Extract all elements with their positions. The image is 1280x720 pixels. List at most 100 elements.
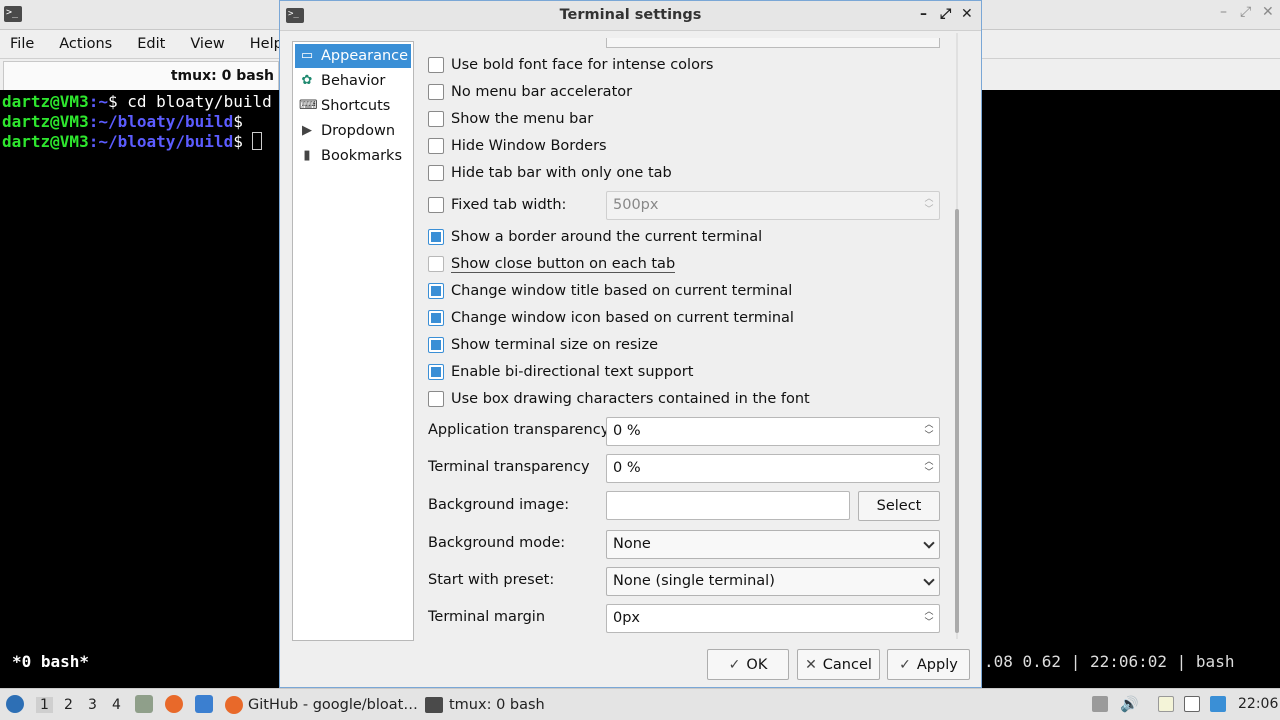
checkbox-box[interactable] — [428, 229, 444, 245]
change-title-checkbox[interactable]: Change window title based on current ter… — [428, 280, 792, 302]
bold-font-checkbox[interactable]: Use bold font face for intense colors — [428, 54, 713, 76]
spin-arrows-icon[interactable]: ︿ ﹀ — [923, 420, 935, 443]
no-menu-accelerator-checkbox[interactable]: No menu bar accelerator — [428, 81, 632, 103]
bg-image-input[interactable] — [606, 491, 850, 520]
dropdown-icon: ▶ — [302, 123, 312, 138]
change-icon-checkbox[interactable]: Change window icon based on current term… — [428, 307, 794, 329]
menu-edit[interactable]: Edit — [137, 36, 165, 52]
maximize-icon[interactable]: ⤢ — [1240, 4, 1251, 20]
chevron-down-icon — [923, 574, 935, 586]
close-icon[interactable]: ✕ — [1262, 4, 1274, 20]
keyboard-icon: ⌨ — [299, 98, 318, 113]
select-image-button[interactable]: Select — [858, 491, 940, 521]
firefox-icon[interactable] — [165, 695, 183, 713]
volume-icon[interactable]: 🔊 — [1120, 696, 1139, 712]
sidebar-item-dropdown[interactable]: ▶ Dropdown — [295, 119, 411, 143]
scrollbar-thumb[interactable] — [955, 209, 959, 633]
appearance-icon: ▭ — [300, 48, 314, 63]
spin-arrows-icon[interactable]: ︿ ﹀ — [923, 607, 935, 630]
bg-image-label: Background image: — [428, 497, 570, 513]
workspace-3[interactable]: 3 — [88, 697, 97, 713]
tmux-status-left: *0 bash* — [12, 652, 90, 671]
bidi-checkbox[interactable]: Enable bi-directional text support — [428, 361, 693, 383]
minimize-icon[interactable]: – — [920, 6, 927, 22]
update-icon[interactable] — [1210, 696, 1226, 712]
spin-arrows-icon[interactable]: ︿ ﹀ — [923, 194, 935, 217]
close-icon: ✕ — [805, 656, 817, 673]
sidebar-item-appearance[interactable]: ▭ Appearance — [295, 44, 411, 68]
screen-icon[interactable] — [1184, 696, 1200, 712]
terminal-line: dartz@VM3:~/bloaty/build$ — [2, 132, 263, 151]
terminal-settings-dialog: >_ Terminal settings – ⤢ ✕ ▭ Appearance ✿… — [279, 0, 982, 688]
behavior-icon: ✿ — [301, 73, 313, 88]
checkbox-box[interactable] — [428, 197, 444, 213]
hide-tab-bar-checkbox[interactable]: Hide tab bar with only one tab — [428, 162, 672, 184]
bg-mode-select[interactable]: None — [606, 530, 940, 559]
sidebar-item-behavior[interactable]: ✿ Behavior — [295, 69, 411, 93]
check-icon: ✓ — [899, 656, 911, 673]
checkbox-box[interactable] — [428, 391, 444, 407]
bg-terminal-tab[interactable]: tmux: 0 bash — [3, 61, 279, 91]
show-border-checkbox[interactable]: Show a border around the current termina… — [428, 226, 762, 248]
app-transparency-label: Application transparency — [428, 422, 610, 438]
cancel-button[interactable]: ✕ Cancel — [797, 649, 880, 680]
checkbox-box[interactable] — [428, 165, 444, 181]
workspace-2[interactable]: 2 — [64, 697, 73, 713]
start-menu-icon[interactable] — [6, 695, 24, 713]
desktop-icon[interactable] — [195, 695, 213, 713]
preset-label: Start with preset: — [428, 572, 555, 588]
sidebar-item-shortcuts[interactable]: ⌨ Shortcuts — [295, 94, 411, 118]
show-menu-bar-checkbox[interactable]: Show the menu bar — [428, 108, 593, 130]
app-transparency-spinbox[interactable]: 0 % ︿ ﹀ — [606, 417, 940, 446]
menu-view[interactable]: View — [190, 36, 224, 52]
fixed-tab-width-checkbox[interactable]: Fixed tab width: — [428, 194, 566, 216]
terminal-line: dartz@VM3:~/bloaty/build$ — [2, 112, 243, 131]
tmux-status-right: .08 0.62 | 22:06:02 | bash — [984, 652, 1235, 671]
menu-actions[interactable]: Actions — [59, 36, 112, 52]
hide-window-borders-checkbox[interactable]: Hide Window Borders — [428, 135, 607, 157]
settings-sidebar: ▭ Appearance ✿ Behavior ⌨ Shortcuts ▶ Dropdo… — [292, 41, 414, 641]
checkbox-box[interactable] — [428, 57, 444, 73]
dialog-title: Terminal settings — [559, 7, 702, 23]
settings-scrollbar[interactable] — [948, 31, 966, 641]
terminal-transparency-spinbox[interactable]: 0 % ︿ ﹀ — [606, 454, 940, 483]
file-manager-icon[interactable] — [135, 695, 153, 713]
show-size-checkbox[interactable]: Show terminal size on resize — [428, 334, 658, 356]
checkbox-box[interactable] — [428, 111, 444, 127]
menu-file[interactable]: File — [10, 36, 34, 52]
checkbox-box[interactable] — [428, 364, 444, 380]
firefox-icon — [225, 696, 243, 714]
apply-button[interactable]: ✓ Apply — [887, 649, 970, 680]
chevron-down-icon — [923, 537, 935, 549]
close-icon[interactable]: ✕ — [961, 6, 973, 22]
check-icon: ✓ — [728, 656, 741, 673]
tray-up-icon[interactable] — [1092, 696, 1108, 712]
checkbox-box[interactable] — [428, 337, 444, 353]
task-terminal[interactable]: tmux: 0 bash — [425, 691, 575, 719]
terminal-margin-spinbox[interactable]: 0px ︿ ﹀ — [606, 604, 940, 633]
clock[interactable]: 22:06 — [1238, 696, 1278, 712]
terminal-line: dartz@VM3:~$ cd bloaty/build — [2, 92, 272, 111]
maximize-icon[interactable]: ⤢ — [940, 6, 951, 22]
clipboard-icon[interactable] — [1158, 696, 1174, 712]
workspace-1[interactable]: 1 — [36, 697, 53, 713]
dialog-titlebar[interactable]: >_ Terminal settings – ⤢ ✕ — [280, 1, 981, 31]
show-close-button-checkbox[interactable]: Show close button on each tab — [428, 253, 676, 275]
minimize-icon[interactable]: – — [1220, 4, 1227, 20]
workspace-4[interactable]: 4 — [112, 697, 121, 713]
checkbox-box[interactable] — [428, 138, 444, 154]
task-firefox[interactable]: GitHub - google/bloat… — [225, 691, 420, 719]
spin-arrows-icon[interactable]: ︿ ﹀ — [923, 457, 935, 480]
checkbox-box[interactable] — [428, 310, 444, 326]
checkbox-box[interactable] — [428, 84, 444, 100]
fixed-tab-width-spinbox[interactable]: 500px ︿ ﹀ — [606, 191, 940, 220]
terminal-margin-label: Terminal margin — [428, 609, 546, 625]
checkbox-box[interactable] — [428, 256, 444, 272]
sidebar-item-bookmarks[interactable]: ▮ Bookmarks — [295, 144, 411, 168]
preset-select[interactable]: None (single terminal) — [606, 567, 940, 596]
box-drawing-checkbox[interactable]: Use box drawing characters contained in … — [428, 388, 810, 410]
bookmark-icon: ▮ — [303, 148, 311, 163]
ok-button[interactable]: ✓ OK — [707, 649, 789, 680]
menu-help[interactable]: Help — [250, 36, 283, 52]
checkbox-box[interactable] — [428, 283, 444, 299]
